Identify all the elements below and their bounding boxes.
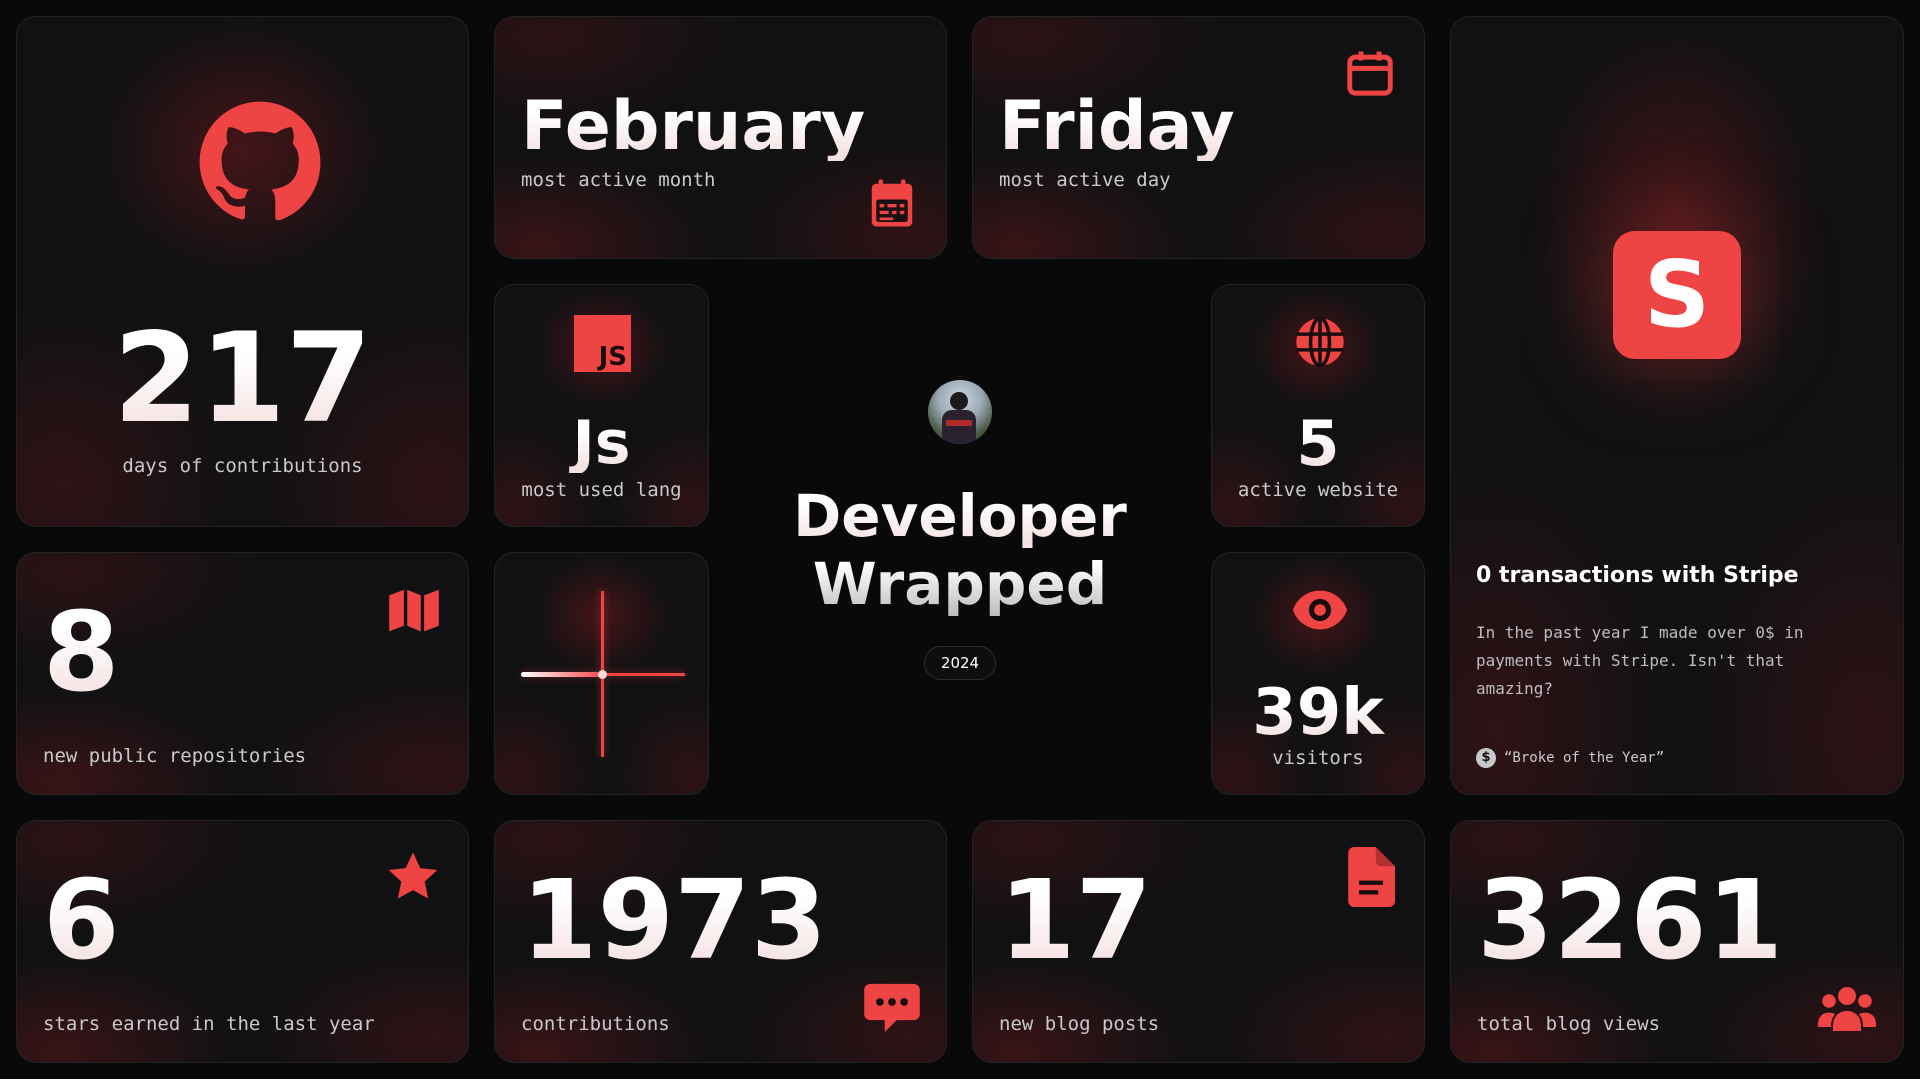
- stars-label: stars earned in the last year: [43, 1013, 375, 1035]
- contributions-label: contributions: [521, 1013, 670, 1035]
- blog-views-label: total blog views: [1477, 1013, 1661, 1035]
- map-icon: [389, 589, 439, 632]
- contributions-card: 1973 contributions: [494, 820, 947, 1063]
- crosshair-highlight: [521, 672, 605, 677]
- lang-card: JS Js most used lang: [494, 284, 709, 527]
- stars-value: 6: [43, 856, 120, 984]
- visitors-label: visitors: [1272, 747, 1364, 769]
- stripe-description: In the past year I made over 0$ in payme…: [1476, 623, 1804, 698]
- active-month-label: most active month: [521, 169, 716, 191]
- stripe-card: S 0 transactions with Stripe In the past…: [1450, 16, 1904, 795]
- file-icon: [1348, 847, 1395, 907]
- active-month-value: February: [521, 87, 866, 166]
- contribution-days-card: 217 days of contributions: [16, 16, 469, 527]
- javascript-icon: JS: [574, 315, 631, 372]
- star-icon: [388, 852, 438, 899]
- stripe-logo-letter: S: [1643, 241, 1711, 348]
- lang-label: most used lang: [521, 479, 682, 501]
- blog-posts-card: 17 new blog posts: [972, 820, 1425, 1063]
- active-day-value: Friday: [999, 87, 1235, 166]
- websites-label: active website: [1237, 479, 1399, 501]
- contributions-value: 1973: [521, 856, 828, 984]
- stripe-icon: S: [1613, 231, 1741, 359]
- contribution-days-label: days of contributions: [122, 455, 363, 477]
- crosshair-center-dot: [598, 670, 607, 679]
- blog-posts-value: 17: [999, 856, 1153, 984]
- hero-title-line1: Developer: [734, 482, 1186, 550]
- js-badge-text: JS: [598, 342, 627, 372]
- lang-value: Js: [495, 413, 708, 473]
- github-icon: [199, 101, 321, 221]
- dollar-icon: $: [1476, 748, 1496, 768]
- blog-views-value: 3261: [1477, 856, 1784, 984]
- websites-value: 5: [1212, 413, 1424, 475]
- year-badge: 2024: [923, 646, 997, 680]
- chat-bubble-icon: [864, 983, 920, 1033]
- stripe-award: $ “Broke of the Year”: [1476, 748, 1664, 768]
- websites-card: 5 active website: [1211, 284, 1425, 527]
- users-icon: [1818, 987, 1876, 1031]
- eye-icon: [1292, 590, 1348, 630]
- stars-card: 6 stars earned in the last year: [16, 820, 469, 1063]
- visitors-card: 39k visitors: [1211, 552, 1425, 795]
- stripe-title: 0 transactions with Stripe: [1476, 563, 1799, 588]
- calendar-icon: [1347, 51, 1393, 96]
- avatar: [734, 380, 1186, 444]
- repos-value: 8: [43, 588, 120, 716]
- active-month-card: February most active month: [494, 16, 947, 259]
- globe-icon: [1296, 316, 1344, 368]
- repos-card: 8 new public repositories: [16, 552, 469, 795]
- center-hero: Developer Wrapped 2024: [734, 380, 1186, 680]
- repos-label: new public repositories: [43, 745, 307, 767]
- active-day-label: most active day: [999, 169, 1171, 191]
- calendar-week-icon: [871, 179, 913, 227]
- crosshair-card: [494, 552, 709, 795]
- active-day-card: Friday most active day: [972, 16, 1425, 259]
- visitors-value: 39k: [1212, 681, 1424, 745]
- contribution-days-value: 217: [17, 317, 468, 441]
- stripe-award-text: “Broke of the Year”: [1504, 750, 1665, 766]
- blog-posts-label: new blog posts: [999, 1013, 1160, 1035]
- blog-views-card: 3261 total blog views: [1450, 820, 1904, 1063]
- hero-title-line2: Wrapped: [734, 550, 1186, 618]
